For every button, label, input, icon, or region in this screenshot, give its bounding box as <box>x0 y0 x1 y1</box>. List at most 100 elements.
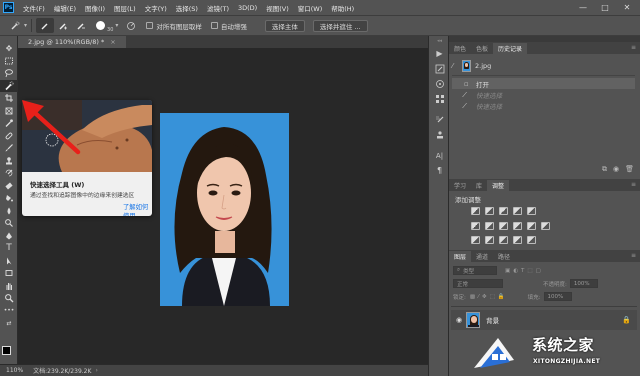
document-tab[interactable]: 2.jpg @ 110%(RGB/8) * × <box>18 36 126 48</box>
select-and-mask-button[interactable]: 选择并遮住 ... <box>312 19 368 32</box>
tool-preset-picker[interactable] <box>6 18 24 33</box>
exposure-icon[interactable] <box>513 207 522 215</box>
layer-kind-filter[interactable]: ⌕ 类型 <box>453 266 497 275</box>
panel-menu-icon[interactable]: ≡ <box>631 252 636 259</box>
chevron-right-icon[interactable]: › <box>95 367 97 374</box>
chevron-down-icon[interactable]: ▾ <box>115 22 118 29</box>
tab-swatches[interactable]: 色板 <box>471 43 493 54</box>
brightness-contrast-icon[interactable] <box>471 207 480 215</box>
lock-icons[interactable]: ▩⁄✥⬚🔒 <box>470 294 508 300</box>
chevron-down-icon[interactable]: ▾ <box>24 22 27 29</box>
menu-help[interactable]: 帮助(H) <box>331 3 354 13</box>
history-step[interactable]: ⁄ 快速选择 <box>452 100 635 111</box>
menu-file[interactable]: 文件(F) <box>23 3 45 13</box>
menu-view[interactable]: 视图(V) <box>266 3 289 13</box>
eye-icon[interactable]: ◉ <box>456 316 462 324</box>
tab-paths[interactable]: 路径 <box>493 251 515 262</box>
camera-icon[interactable]: ◉ <box>613 165 619 173</box>
opacity-input[interactable]: 100% <box>569 279 598 288</box>
rectangle-tool-icon[interactable] <box>0 267 18 280</box>
history-icon[interactable] <box>429 61 450 76</box>
gradient-map-icon[interactable] <box>527 236 536 244</box>
maximize-button[interactable]: □ <box>594 0 616 15</box>
photo-filter-icon[interactable] <box>513 222 522 230</box>
brush-preview-icon[interactable] <box>96 21 106 30</box>
invert-icon[interactable] <box>471 236 480 244</box>
close-tab-icon[interactable]: × <box>110 38 115 46</box>
path-selection-tool-icon[interactable] <box>0 255 18 268</box>
history-snapshot[interactable]: ⁄ 2.jpg <box>452 58 635 73</box>
color-icon[interactable] <box>429 76 450 91</box>
clone-source-icon[interactable] <box>429 127 450 142</box>
new-selection-mode-button[interactable] <box>36 18 55 33</box>
close-window-button[interactable]: ✕ <box>616 0 638 15</box>
menu-image[interactable]: 图像(I) <box>85 3 105 13</box>
levels-icon[interactable] <box>485 207 494 215</box>
new-document-from-state-icon[interactable]: ⧉ <box>602 165 607 174</box>
collapse-icon[interactable]: ◂◂ <box>429 36 450 46</box>
history-step[interactable]: ▫ 打开 <box>452 78 635 89</box>
layer-row[interactable]: ◉ 背景 🔒 <box>451 310 637 330</box>
brush-settings-icon[interactable] <box>429 112 450 127</box>
select-subject-button[interactable]: 选择主体 <box>264 19 305 32</box>
menu-filter[interactable]: 滤镜(T) <box>207 3 229 13</box>
filter-icons[interactable]: ▣◐T⬚▢ <box>505 268 544 274</box>
gradient-tool-icon[interactable] <box>0 192 18 205</box>
swap-colors-icon[interactable]: ⇄ <box>0 317 18 330</box>
character-panel-icon[interactable]: A| <box>429 148 450 163</box>
curves-icon[interactable] <box>499 207 508 215</box>
paragraph-panel-icon[interactable]: ¶ <box>429 163 450 178</box>
move-tool-icon[interactable]: ✥ <box>0 42 18 55</box>
type-tool-icon[interactable]: T <box>0 242 18 255</box>
document-image[interactable] <box>160 113 289 306</box>
tab-color[interactable]: 颜色 <box>449 43 471 54</box>
blend-mode-select[interactable]: 正常 <box>453 279 503 288</box>
color-lookup-icon[interactable] <box>541 222 550 230</box>
quick-selection-tool-icon[interactable] <box>0 79 18 92</box>
learn-how-link[interactable]: 了解如何使用 <box>123 202 152 216</box>
menu-layer[interactable]: 图层(L) <box>114 3 136 13</box>
tab-learn[interactable]: 学习 <box>449 180 471 191</box>
tab-adjustments[interactable]: 调整 <box>487 180 510 191</box>
posterize-icon[interactable] <box>485 236 494 244</box>
blur-tool-icon[interactable] <box>0 205 18 218</box>
add-selection-mode-button[interactable] <box>54 18 72 33</box>
menu-edit[interactable]: 编辑(E) <box>54 3 76 13</box>
vibrance-icon[interactable] <box>527 207 536 215</box>
play-icon[interactable]: ▶ <box>429 46 450 61</box>
panel-menu-icon[interactable]: ≡ <box>631 181 636 188</box>
hand-tool-icon[interactable] <box>0 280 18 293</box>
brush-source-icon[interactable]: ⁄ <box>452 62 462 70</box>
tab-history[interactable]: 历史记录 <box>493 43 528 54</box>
menu-select[interactable]: 选择(S) <box>176 3 198 13</box>
swatches-icon[interactable] <box>429 91 450 106</box>
subtract-selection-mode-button[interactable] <box>72 18 90 33</box>
lasso-tool-icon[interactable] <box>0 67 18 80</box>
zoom-tool-icon[interactable] <box>0 292 18 305</box>
threshold-icon[interactable] <box>499 236 508 244</box>
zoom-level[interactable]: 110% <box>6 367 23 374</box>
brush-angle-button[interactable] <box>122 18 140 33</box>
menu-type[interactable]: 文字(Y) <box>145 3 167 13</box>
tab-libraries[interactable]: 库 <box>471 180 487 191</box>
foreground-color-icon[interactable] <box>2 346 11 355</box>
minimize-button[interactable]: — <box>572 0 594 15</box>
sample-all-layers-checkbox[interactable] <box>146 22 154 29</box>
more-tools-icon[interactable]: ••• <box>0 305 18 318</box>
history-step[interactable]: ⁄ 快速选择 <box>452 89 635 100</box>
brush-size-value[interactable]: 30 <box>107 27 113 33</box>
hue-saturation-icon[interactable] <box>471 222 480 230</box>
menu-window[interactable]: 窗口(W) <box>298 3 323 13</box>
channel-mixer-icon[interactable] <box>527 222 536 230</box>
fill-input[interactable]: 100% <box>543 292 572 301</box>
menu-3d[interactable]: 3D(D) <box>238 4 257 12</box>
tab-layers[interactable]: 图层 <box>449 251 472 262</box>
marquee-tool-icon[interactable] <box>0 55 18 68</box>
eraser-tool-icon[interactable] <box>0 180 18 193</box>
tab-channels[interactable]: 通道 <box>471 251 493 262</box>
trash-icon[interactable]: 🗑 <box>625 165 634 173</box>
auto-enhance-checkbox[interactable] <box>210 22 218 29</box>
panel-menu-icon[interactable]: ≡ <box>631 44 636 51</box>
dodge-tool-icon[interactable] <box>0 217 18 230</box>
selective-color-icon[interactable] <box>513 236 522 244</box>
